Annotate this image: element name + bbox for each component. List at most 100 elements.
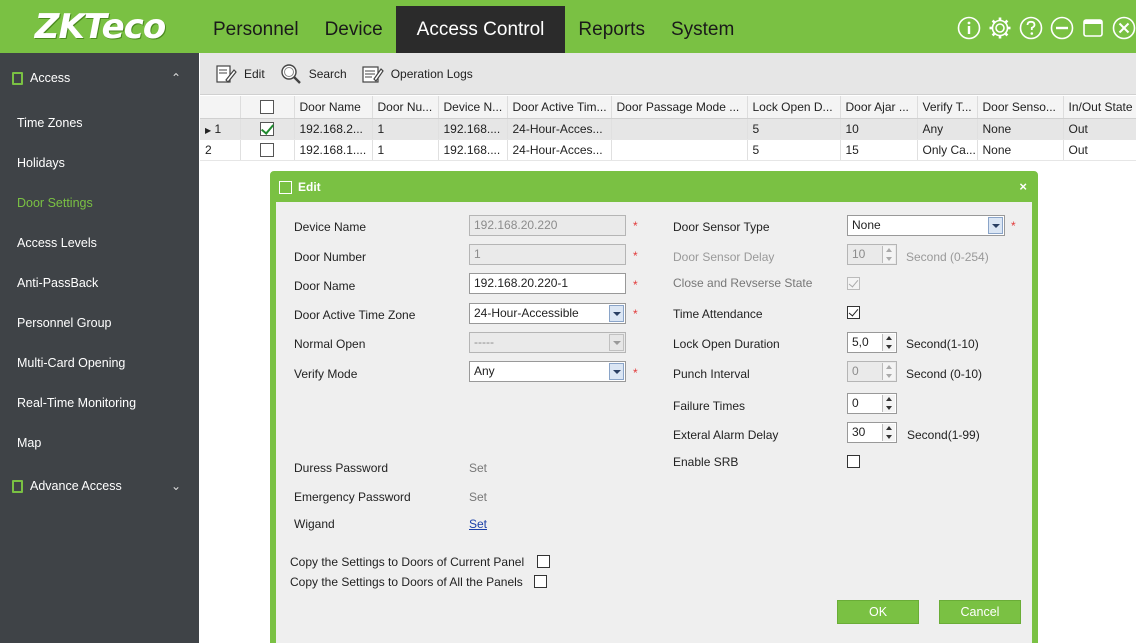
sidebar-item-real-time-monitoring[interactable]: Real-Time Monitoring — [0, 383, 199, 423]
sidebar-item-multi-card-opening[interactable]: Multi-Card Opening — [0, 343, 199, 383]
column-header[interactable]: Door Senso... — [977, 96, 1064, 119]
edit-dialog-icon — [279, 180, 292, 194]
dialog-close-icon[interactable]: × — [1019, 179, 1027, 194]
select-all-checkbox[interactable] — [260, 100, 274, 115]
chevron-down-icon[interactable]: ⌄ — [171, 479, 181, 493]
lock-open-duration-unit: Second(1-10) — [906, 337, 979, 351]
required-mark: * — [633, 278, 638, 292]
column-header[interactable]: Door Passage Mode ... — [611, 96, 748, 119]
stepper-arrows-icon[interactable] — [882, 395, 895, 412]
enable-srb-label: Enable SRB — [673, 455, 739, 469]
nav-device[interactable]: Device — [312, 6, 396, 53]
nav-personnel[interactable]: Personnel — [200, 6, 312, 53]
enable-srb-checkbox[interactable] — [847, 455, 860, 468]
maximize-icon[interactable] — [1080, 15, 1105, 40]
table-row[interactable]: ▶ 1 192.168.2... 1 192.168.... 24-Hour-A… — [200, 118, 1136, 140]
door-name-label: Door Name — [294, 279, 356, 293]
time-attendance-label: Time Attendance — [673, 307, 763, 321]
sidebar-section-advance-access[interactable]: Advance Access ⌄ — [0, 463, 199, 509]
stepper-arrows-icon[interactable] — [882, 334, 895, 351]
column-header[interactable]: In/Out State — [1063, 96, 1136, 119]
help-icon[interactable] — [1018, 15, 1043, 40]
duress-password-set: Set — [469, 461, 488, 475]
column-header[interactable]: Door Active Tim... — [507, 96, 612, 119]
nav-reports[interactable]: Reports — [565, 6, 658, 53]
minimize-icon[interactable] — [1049, 15, 1074, 40]
row-index: ▶ 1 — [200, 118, 241, 140]
sidebar-section-label: Advance Access — [30, 479, 122, 493]
table-cell: Out — [1063, 118, 1136, 140]
required-mark: * — [633, 249, 638, 263]
table-cell: None — [977, 118, 1064, 140]
wigand-label: Wigand — [294, 517, 335, 531]
table-cell: 192.168.... — [438, 139, 508, 161]
stepper-arrows-icon[interactable] — [882, 424, 895, 441]
close-reverse-state-checkbox — [847, 277, 860, 290]
time-attendance-checkbox[interactable] — [847, 306, 860, 319]
column-header[interactable]: Lock Open D... — [747, 96, 841, 119]
verify-mode-select[interactable]: Any — [469, 361, 626, 382]
dropdown-arrow-icon[interactable] — [988, 217, 1003, 234]
column-header[interactable]: Door Ajar ... — [840, 96, 918, 119]
operation-logs-button[interactable]: Operation Logs — [361, 62, 473, 86]
sidebar-item-personnel-group[interactable]: Personnel Group — [0, 303, 199, 343]
sidebar-section-access[interactable]: Access ⌃ — [0, 53, 199, 103]
table-cell: 1 — [372, 139, 439, 161]
punch-interval-stepper: 0 — [847, 361, 897, 382]
copy-current-panel-checkbox[interactable] — [537, 555, 550, 568]
failure-times-stepper[interactable]: 0 — [847, 393, 897, 414]
sidebar-item-access-levels[interactable]: Access Levels — [0, 223, 199, 263]
cancel-button[interactable]: Cancel — [939, 600, 1021, 624]
emergency-password-label: Emergency Password — [294, 490, 411, 504]
sidebar-item-anti-passback[interactable]: Anti-PassBack — [0, 263, 199, 303]
table-cell — [611, 139, 748, 161]
gear-icon[interactable] — [987, 15, 1012, 40]
sidebar-item-time-zones[interactable]: Time Zones — [0, 103, 199, 143]
sidebar-item-map[interactable]: Map — [0, 423, 199, 463]
table-cell: Any — [917, 118, 978, 140]
sidebar-item-door-settings[interactable]: Door Settings — [0, 183, 199, 223]
table-row[interactable]: 2 192.168.1.... 1 192.168.... 24-Hour-Ac… — [200, 139, 1136, 161]
dropdown-arrow-icon[interactable] — [609, 363, 624, 380]
close-icon[interactable] — [1111, 15, 1136, 40]
dialog-title-bar[interactable]: Edit × — [271, 172, 1037, 202]
required-mark: * — [1011, 219, 1016, 233]
chevron-up-icon[interactable]: ⌃ — [171, 71, 181, 85]
column-header[interactable]: Verify T... — [917, 96, 978, 119]
sidebar-item-holidays[interactable]: Holidays — [0, 143, 199, 183]
info-icon[interactable] — [956, 15, 981, 40]
ok-button[interactable]: OK — [837, 600, 919, 624]
dialog-title: Edit — [298, 180, 321, 194]
edit-button[interactable]: Edit — [214, 62, 265, 86]
dropdown-arrow-icon[interactable] — [609, 305, 624, 322]
verify-mode-label: Verify Mode — [294, 367, 358, 381]
external-alarm-delay-label: Exteral Alarm Delay — [673, 428, 779, 442]
search-button[interactable]: Search — [279, 62, 347, 86]
nav-system[interactable]: System — [658, 6, 747, 53]
door-sensor-delay-label: Door Sensor Delay — [673, 250, 775, 264]
lock-open-duration-stepper[interactable]: 5,0 — [847, 332, 897, 353]
door-sensor-type-label: Door Sensor Type — [673, 220, 770, 234]
row-checkbox[interactable] — [260, 142, 274, 157]
wigand-set-link[interactable]: Set — [469, 517, 487, 531]
table-cell: None — [977, 139, 1064, 161]
door-active-time-zone-select[interactable]: 24-Hour-Accessible — [469, 303, 626, 324]
column-header[interactable]: Device N... — [438, 96, 508, 119]
table-cell: 1 — [372, 118, 439, 140]
table-cell: 192.168.1.... — [294, 139, 373, 161]
door-sensor-type-select[interactable]: None — [847, 215, 1005, 236]
nav-access-control[interactable]: Access Control — [395, 6, 566, 53]
row-checkbox[interactable] — [260, 121, 274, 136]
advance-access-icon — [12, 479, 23, 493]
row-pointer-icon: ▶ — [205, 125, 212, 135]
copy-all-panels-checkbox[interactable] — [534, 575, 547, 588]
column-header[interactable]: Door Name — [294, 96, 373, 119]
door-name-input[interactable]: 192.168.20.220-1 — [469, 273, 626, 294]
external-alarm-delay-stepper[interactable]: 30 — [847, 422, 897, 443]
stepper-arrows-icon — [882, 246, 895, 263]
column-header[interactable]: Door Nu... — [372, 96, 439, 119]
row-select-cell — [240, 139, 295, 161]
door-number-field: 1 — [469, 244, 626, 265]
door-number-label: Door Number — [294, 250, 367, 264]
table-cell: 10 — [840, 118, 918, 140]
